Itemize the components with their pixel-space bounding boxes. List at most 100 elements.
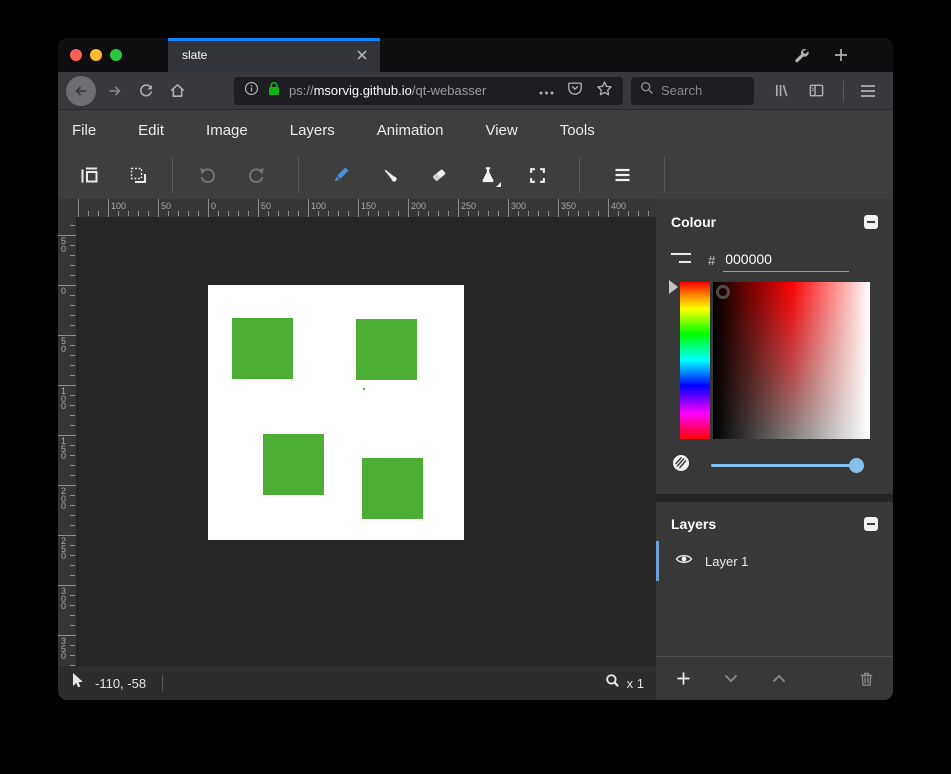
url-text: ps://msorvig.github.io/qt-webasser: [289, 83, 531, 98]
ruler-label: 0: [61, 288, 66, 296]
redo-icon[interactable]: [238, 157, 274, 193]
zoom-window-button[interactable]: [110, 49, 122, 61]
move-layer-up-button[interactable]: [767, 667, 791, 691]
lightness-lines-icon: [671, 253, 691, 265]
saturation-lightness-square[interactable]: [713, 282, 870, 439]
layer-list: Layer 1: [656, 541, 893, 656]
layers-panel-title: Layers: [671, 516, 716, 532]
url-scheme: ps://: [289, 83, 314, 98]
menu-tools[interactable]: Tools: [560, 122, 595, 139]
menu-image[interactable]: Image: [206, 122, 248, 139]
horizontal-ruler: 10050050100150200250300350400: [76, 199, 656, 217]
fullscreen-icon[interactable]: [519, 157, 555, 193]
url-bar[interactable]: ps://msorvig.github.io/qt-webasser: [234, 77, 623, 105]
bookmark-star-icon[interactable]: [596, 80, 613, 102]
ruler-label: 50: [161, 201, 171, 211]
opacity-slider[interactable]: [711, 458, 864, 473]
collapse-colour-panel-button[interactable]: [864, 215, 878, 229]
canvas-workspace: 10050050100150200250300350400 5 005 01 0…: [58, 199, 656, 700]
ruler-label: 100: [111, 201, 126, 211]
menu-view[interactable]: View: [485, 122, 517, 139]
painted-rect: [232, 318, 293, 379]
info-icon[interactable]: [244, 81, 259, 101]
ruler-label: 200: [411, 201, 426, 211]
collapse-layers-panel-button[interactable]: [864, 517, 878, 531]
sidebar-icon[interactable]: [802, 77, 830, 105]
navigation-bar: ps://msorvig.github.io/qt-webasser: [58, 72, 893, 110]
colour-picker-cursor[interactable]: [716, 285, 730, 299]
title-bar: slate: [58, 38, 893, 72]
toolbar-divider: [579, 157, 580, 193]
forward-button[interactable]: [101, 77, 129, 105]
ruler-corner: [58, 199, 76, 217]
menu-animation[interactable]: Animation: [377, 122, 444, 139]
layers-footer: [656, 656, 893, 700]
page-actions-ellipsis-icon[interactable]: [539, 82, 554, 100]
tab-close-icon[interactable]: [354, 47, 370, 63]
ruler-label: 50: [261, 201, 271, 211]
browser-menu-icon[interactable]: [854, 77, 882, 105]
resize-selection-icon[interactable]: [120, 157, 156, 193]
menu-edit[interactable]: Edit: [138, 122, 164, 139]
pocket-icon[interactable]: [567, 80, 583, 101]
toolbar-menu-icon[interactable]: [604, 157, 640, 193]
eyedropper-tool-icon[interactable]: [372, 157, 408, 193]
tool-dropdown-indicator: [496, 182, 501, 187]
library-icon[interactable]: [767, 77, 795, 105]
back-button[interactable]: [66, 76, 96, 106]
hex-hash-label: #: [708, 253, 715, 272]
reload-button[interactable]: [132, 77, 160, 105]
search-bar[interactable]: [631, 77, 754, 105]
menu-file[interactable]: File: [72, 122, 96, 139]
close-window-button[interactable]: [70, 49, 82, 61]
delete-layer-button[interactable]: [854, 667, 878, 691]
cursor-coordinates: -110, -58: [95, 676, 146, 691]
fill-tool-icon[interactable]: [470, 157, 506, 193]
app-menu-bar: File Edit Image Layers Animation View To…: [58, 110, 893, 151]
lock-icon[interactable]: [267, 81, 281, 101]
ruler-label: 150: [361, 201, 376, 211]
ruler-label: 100: [311, 201, 326, 211]
add-layer-button[interactable]: [671, 667, 695, 691]
wrench-icon[interactable]: [789, 43, 813, 67]
search-icon: [640, 81, 654, 100]
move-layer-down-button[interactable]: [719, 667, 743, 691]
canvas-size-icon[interactable]: [71, 157, 107, 193]
opacity-slider-handle[interactable]: [849, 458, 864, 473]
status-divider: [162, 675, 163, 691]
url-path: /qt-webasser: [412, 83, 486, 98]
nav-divider: [843, 81, 844, 101]
opacity-slider-track[interactable]: [711, 464, 864, 467]
ruler-label: 2 0 0: [61, 488, 66, 511]
layer-row[interactable]: Layer 1: [656, 541, 893, 581]
no-alpha-icon: [671, 453, 691, 478]
tab-title: slate: [182, 48, 354, 62]
hue-pointer-icon[interactable]: [669, 280, 678, 294]
ruler-label: 400: [611, 201, 626, 211]
search-input[interactable]: [661, 83, 741, 98]
eraser-tool-icon[interactable]: [421, 157, 457, 193]
ruler-label: 0: [211, 201, 216, 211]
minimize-window-button[interactable]: [90, 49, 102, 61]
browser-tab[interactable]: slate: [168, 38, 380, 72]
traffic-lights: [70, 49, 122, 61]
ruler-label: 3 0 0: [61, 588, 66, 611]
hex-colour-input[interactable]: [723, 251, 849, 272]
browser-window: slate: [58, 38, 893, 700]
image-canvas[interactable]: [208, 285, 464, 540]
undo-icon[interactable]: [189, 157, 225, 193]
home-button[interactable]: [163, 77, 191, 105]
painted-rect: [356, 319, 417, 380]
menu-layers[interactable]: Layers: [290, 122, 335, 139]
ruler-label: 1 0 0: [61, 388, 66, 411]
canvas-viewport[interactable]: [76, 217, 656, 666]
painted-rect: [263, 434, 324, 495]
new-tab-icon[interactable]: [829, 43, 853, 67]
ruler-label: 5 0: [61, 238, 66, 253]
hue-bar[interactable]: [680, 282, 710, 439]
layer-visibility-eye-icon[interactable]: [675, 552, 693, 571]
pencil-tool-icon[interactable]: [323, 157, 359, 193]
painted-rect: [363, 388, 365, 390]
status-bar: -110, -58 x 1: [58, 666, 656, 700]
ruler-label: 2 5 0: [61, 538, 66, 561]
